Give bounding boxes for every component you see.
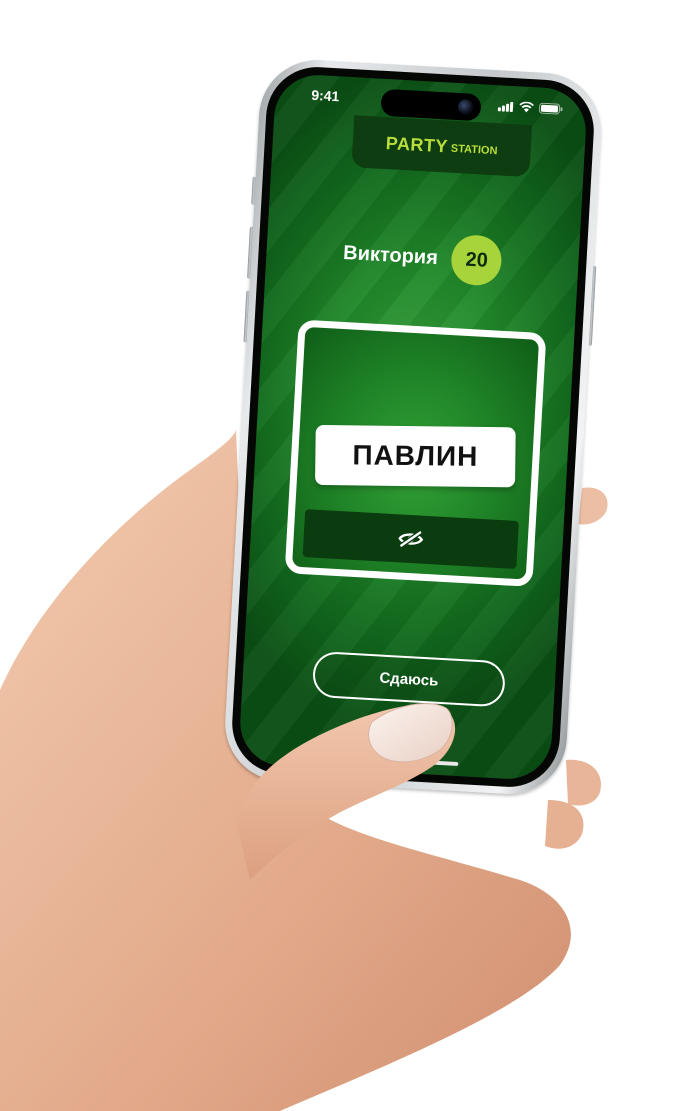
thumb-illustration <box>236 703 456 880</box>
